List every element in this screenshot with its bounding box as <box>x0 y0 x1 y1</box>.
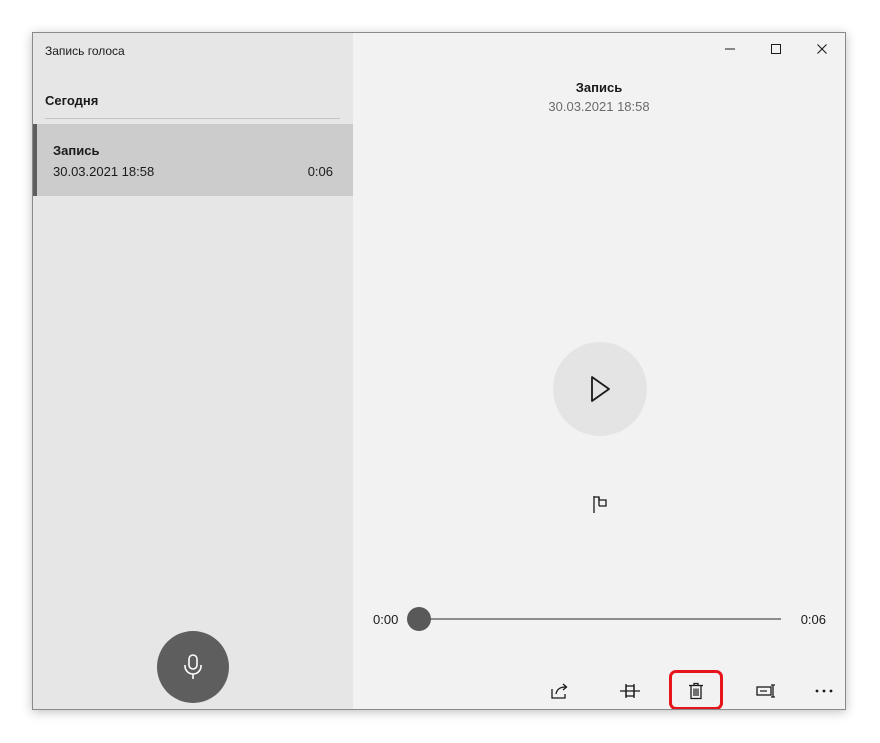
rename-icon <box>756 683 776 699</box>
maximize-button[interactable] <box>753 33 799 65</box>
minimize-button[interactable] <box>707 33 753 65</box>
more-icon <box>814 688 834 694</box>
sidebar: Запись голоса Сегодня Запись 30.03.2021 … <box>33 33 353 709</box>
record-button[interactable] <box>157 631 229 703</box>
app-window: Запись голоса Сегодня Запись 30.03.2021 … <box>32 32 846 710</box>
current-time: 0:00 <box>373 612 399 627</box>
close-icon <box>816 43 828 55</box>
progress-track[interactable] <box>419 618 781 620</box>
recording-date: 30.03.2021 18:58 <box>53 164 155 179</box>
share-button[interactable] <box>543 676 577 706</box>
flag-icon <box>591 494 609 514</box>
microphone-icon <box>182 653 204 681</box>
recording-name: Запись <box>53 143 100 158</box>
recording-list-item[interactable]: Запись 30.03.2021 18:58 0:06 <box>33 124 353 196</box>
progress-thumb[interactable] <box>407 607 431 631</box>
trim-icon <box>619 683 641 699</box>
add-marker-button[interactable] <box>585 489 615 519</box>
recording-title: Запись <box>575 80 623 95</box>
recording-duration: 0:06 <box>307 164 333 179</box>
trim-button[interactable] <box>613 676 647 706</box>
selection-indicator <box>33 124 37 196</box>
trash-icon <box>688 682 704 700</box>
group-header-today: Сегодня <box>45 93 99 108</box>
play-button[interactable] <box>553 342 647 436</box>
delete-button[interactable] <box>679 676 713 706</box>
player-pane: Запись 30.03.2021 18:58 0:00 0:06 <box>353 33 845 709</box>
close-button[interactable] <box>799 33 845 65</box>
play-icon <box>587 374 613 404</box>
minimize-icon <box>724 43 736 55</box>
recording-timestamp: 30.03.2021 18:58 <box>548 99 650 114</box>
app-title: Запись голоса <box>45 44 125 58</box>
rename-button[interactable] <box>749 676 783 706</box>
more-options-button[interactable] <box>807 676 841 706</box>
share-icon <box>550 682 570 700</box>
window-controls <box>707 33 845 65</box>
maximize-icon <box>770 43 782 55</box>
total-time: 0:06 <box>800 612 826 627</box>
group-divider <box>45 118 340 119</box>
